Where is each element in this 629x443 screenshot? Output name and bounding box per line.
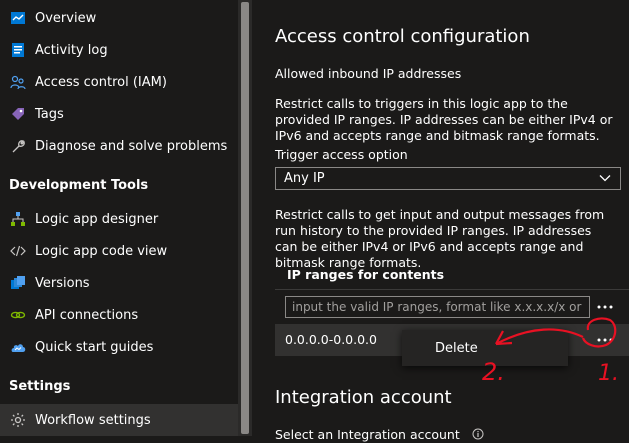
more-options-button[interactable]: [592, 297, 618, 317]
link-icon: [9, 306, 27, 324]
sidebar-item-activity-log[interactable]: Activity log: [0, 34, 238, 66]
allowed-inbound-label: Allowed inbound IP addresses: [275, 66, 462, 81]
contents-description: Restrict calls to get input and output m…: [275, 207, 605, 270]
sidebar-item-access-control[interactable]: Access control (IAM): [0, 66, 238, 98]
sidebar-item-api-connections[interactable]: API connections: [0, 299, 238, 331]
dropdown-value: Any IP: [284, 171, 325, 186]
code-icon: [9, 242, 27, 260]
sidebar-item-workflow-settings[interactable]: Workflow settings: [0, 404, 238, 436]
sidebar-item-label: Versions: [35, 275, 90, 291]
sidebar-item-code-view[interactable]: Logic app code view: [0, 235, 238, 267]
integration-account-heading: Integration account: [275, 387, 452, 408]
versions-icon: [9, 274, 27, 292]
wrench-icon: [9, 137, 27, 155]
sidebar-item-quick-start[interactable]: Quick start guides: [0, 331, 238, 363]
context-menu: Delete: [402, 330, 568, 366]
section-header-settings: Settings: [9, 379, 71, 394]
ellipsis-icon: [597, 305, 613, 309]
sidebar-item-diagnose[interactable]: Diagnose and solve problems: [0, 130, 238, 162]
trigger-access-dropdown[interactable]: Any IP: [275, 167, 621, 190]
main-content: Access control configuration Allowed inb…: [252, 0, 629, 442]
designer-icon: [9, 210, 27, 228]
sidebar-item-label: Activity log: [35, 42, 108, 58]
sidebar-item-tags[interactable]: Tags: [0, 98, 238, 130]
ip-range-value: 0.0.0.0-0.0.0.0: [285, 332, 377, 347]
chevron-down-icon: [598, 171, 612, 189]
page-title: Access control configuration: [275, 26, 530, 47]
ip-ranges-header: IP ranges for contents: [287, 267, 445, 282]
header-divider: [275, 289, 629, 290]
sidebar-item-overview[interactable]: Overview: [0, 2, 238, 34]
sidebar-item-label: Tags: [35, 106, 64, 122]
section-header-development-tools: Development Tools: [9, 178, 149, 193]
delete-menu-item[interactable]: Delete: [402, 330, 568, 366]
people-icon: [9, 73, 27, 91]
tag-icon: [9, 105, 27, 123]
sidebar-item-label: Diagnose and solve problems: [35, 138, 228, 154]
sidebar-item-label: Workflow settings: [35, 412, 151, 428]
sidebar-item-label: Overview: [35, 10, 97, 26]
sidebar-item-label: Quick start guides: [35, 339, 154, 355]
row-more-options-button[interactable]: [592, 330, 618, 350]
overview-icon: [9, 9, 27, 27]
sidebar-item-label: Logic app designer: [35, 211, 159, 227]
gear-icon: [9, 411, 27, 429]
ip-range-input[interactable]: [285, 296, 590, 318]
sidebar: Overview Activity log Access control (IA…: [0, 0, 238, 436]
activity-log-icon: [9, 41, 27, 59]
integration-account-label-text: Select an Integration account: [275, 427, 460, 442]
trigger-description: Restrict calls to triggers in this logic…: [275, 96, 613, 143]
sidebar-item-versions[interactable]: Versions: [0, 267, 238, 299]
sidebar-item-label: Logic app code view: [35, 243, 168, 259]
cloud-icon: [9, 338, 27, 356]
sidebar-item-label: API connections: [35, 307, 139, 323]
trigger-access-label: Trigger access option: [275, 147, 408, 162]
sidebar-scrollbar-thumb[interactable]: [241, 2, 249, 434]
sidebar-item-logic-app-designer[interactable]: Logic app designer: [0, 203, 238, 235]
ellipsis-icon: [597, 338, 613, 342]
integration-account-label: Select an Integration account: [275, 427, 484, 443]
sidebar-item-label: Access control (IAM): [35, 74, 167, 90]
